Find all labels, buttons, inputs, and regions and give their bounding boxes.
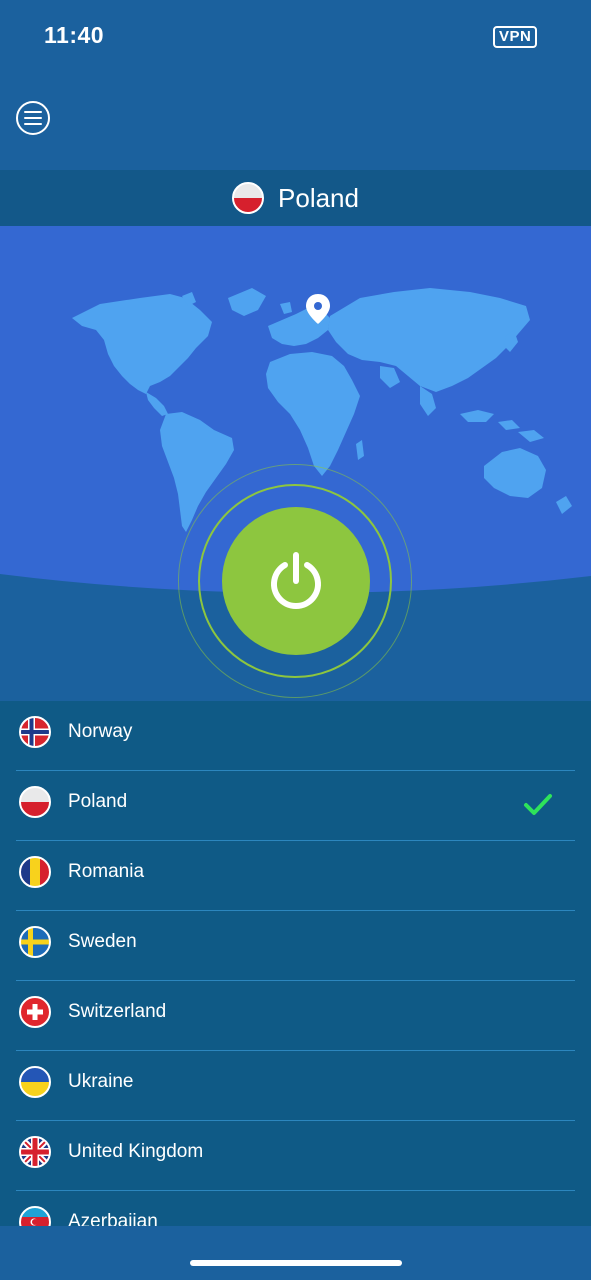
- server-name: Azerbaijan: [68, 1211, 158, 1226]
- romania-flag-icon: [19, 856, 51, 888]
- checkmark-icon: [524, 794, 552, 815]
- connect-button[interactable]: [222, 507, 370, 655]
- server-item-poland[interactable]: Poland: [16, 771, 575, 841]
- server-name: United Kingdom: [68, 1141, 204, 1162]
- home-indicator[interactable]: [190, 1260, 402, 1266]
- server-item-romania[interactable]: Romania: [16, 841, 575, 911]
- server-name: Sweden: [68, 931, 137, 952]
- hamburger-menu-icon[interactable]: [16, 101, 50, 135]
- server-item-sweden[interactable]: Sweden: [16, 911, 575, 981]
- server-name: Norway: [68, 721, 133, 742]
- server-item-norway[interactable]: Norway: [16, 701, 575, 771]
- server-name: Poland: [68, 791, 128, 812]
- selected-location-bar[interactable]: Poland: [0, 170, 591, 226]
- poland-flag-icon: [19, 786, 51, 818]
- server-list[interactable]: Norway Poland Romania Sweden Switzerland…: [0, 701, 591, 1226]
- power-icon: [271, 552, 321, 610]
- server-item-azerbaijan[interactable]: Azerbaijan: [16, 1191, 575, 1226]
- norway-flag-icon: [19, 716, 51, 748]
- server-name: Romania: [68, 861, 145, 882]
- status-bar: 11:40 VPN: [0, 0, 591, 70]
- bottom-safe-area: [0, 1226, 591, 1280]
- server-name: Switzerland: [68, 1001, 167, 1022]
- server-item-united-kingdom[interactable]: United Kingdom: [16, 1121, 575, 1191]
- selected-country-name: Poland: [278, 182, 359, 213]
- status-time: 11:40: [44, 22, 105, 48]
- azerbaijan-flag-icon: [19, 1206, 51, 1226]
- poland-flag-icon: [232, 182, 265, 214]
- server-name: Ukraine: [68, 1071, 134, 1092]
- vpn-status-badge: VPN: [493, 26, 538, 48]
- united-kingdom-flag-icon: [19, 1136, 51, 1168]
- sweden-flag-icon: [19, 926, 51, 958]
- server-item-switzerland[interactable]: Switzerland: [16, 981, 575, 1051]
- switzerland-flag-icon: [19, 996, 51, 1028]
- server-item-ukraine[interactable]: Ukraine: [16, 1051, 575, 1121]
- ukraine-flag-icon: [19, 1066, 51, 1098]
